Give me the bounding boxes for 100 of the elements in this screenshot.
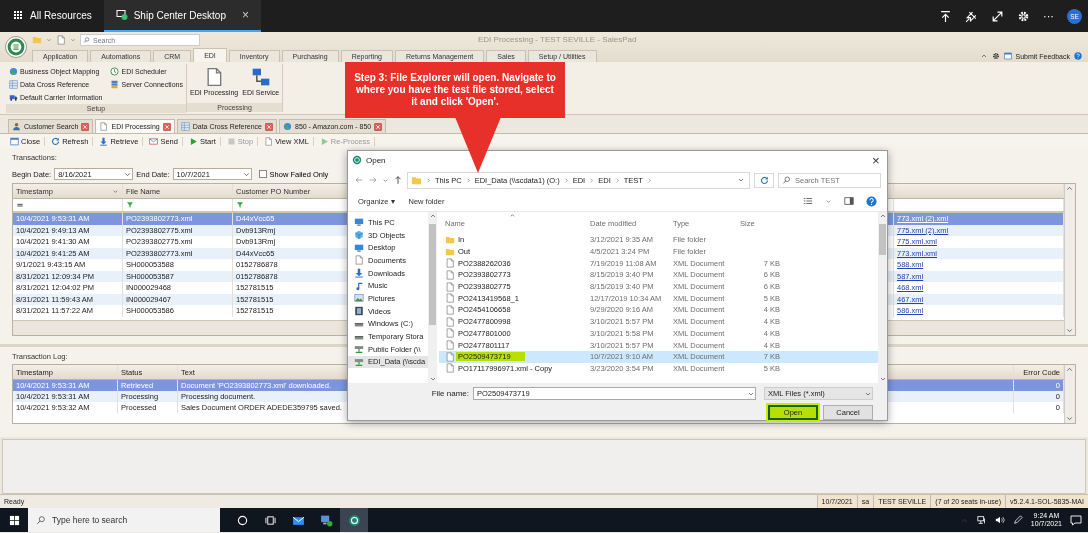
help-icon: [1074, 52, 1082, 60]
note-icon: [354, 280, 364, 291]
document-icon: [445, 304, 455, 315]
film-icon: [354, 306, 364, 317]
gear-icon: [991, 52, 1000, 60]
chevron-up-icon: [878, 212, 887, 220]
chevron-right-icon: [464, 176, 472, 184]
preview-pane-icon: [844, 196, 854, 206]
more-menu[interactable]: ···: [1043, 10, 1054, 22]
scrollbar[interactable]: [1064, 365, 1075, 423]
truck-icon: [9, 92, 18, 102]
folder-icon: [32, 35, 42, 45]
task-view-icon: [264, 514, 276, 526]
windows-logo-icon: [8, 514, 20, 526]
document-icon: [56, 35, 66, 45]
chevron-down-icon: [1065, 414, 1074, 423]
expand-icon: [991, 9, 1004, 23]
pin-icon: [965, 9, 978, 23]
envelope-icon: [149, 136, 159, 146]
scrollbar[interactable]: [878, 212, 887, 383]
download-icon: [354, 268, 364, 279]
chevron-up-icon: [509, 212, 516, 219]
scrollbar[interactable]: [1064, 184, 1075, 335]
back-arrow-icon: [354, 175, 364, 185]
scrollbar[interactable]: [428, 212, 437, 383]
folder-icon: [445, 234, 455, 245]
computer-icon: [319, 513, 333, 527]
up-arrow-icon: [393, 175, 403, 185]
document-icon: [354, 255, 364, 266]
folder-icon: [411, 174, 422, 186]
application-menu-button[interactable]: [5, 36, 27, 58]
window-title: EDI Processing - TEST SEVILLE - SalesPad: [478, 35, 637, 44]
app-logo-icon: [347, 513, 361, 527]
filter-icon: [126, 201, 134, 209]
field-label: File name:: [431, 389, 469, 398]
close-box-icon: [81, 122, 90, 131]
search-icon: [782, 175, 791, 185]
browser-tab[interactable]: All Resources: [0, 0, 104, 32]
search-icon: [83, 36, 90, 44]
network-icon: [250, 67, 271, 87]
chevron-down-icon: [382, 176, 389, 184]
ship-monitor-icon: [115, 9, 128, 21]
chevron-right-icon: [562, 176, 570, 184]
document-icon: [445, 351, 455, 362]
chevron-up-icon: [1065, 184, 1074, 193]
document-icon: [445, 328, 455, 339]
table-icon: [9, 79, 18, 89]
close-box-icon: [265, 122, 273, 131]
close-button[interactable]: ×: [865, 151, 887, 169]
grid-icon: [12, 9, 24, 21]
circle-icon: [236, 514, 248, 526]
folder-icon: [445, 246, 455, 257]
app-logo-icon: [352, 155, 362, 165]
network-drive-icon: [354, 356, 364, 367]
search-field[interactable]: Type here to search: [28, 508, 220, 532]
document-icon: [99, 122, 109, 131]
globe-icon: [9, 66, 18, 76]
chevron-right-icon: [645, 176, 653, 184]
close-box-icon: [162, 122, 171, 131]
document-icon: [445, 293, 455, 304]
chevron-down-icon: [1065, 326, 1074, 335]
document-icon: [445, 316, 455, 327]
document-icon: [445, 340, 455, 351]
chevron-up-icon: [428, 212, 437, 220]
monitor-icon: [354, 242, 364, 253]
document-icon: [264, 136, 274, 146]
refresh-icon: [759, 175, 769, 185]
orb-icon: [7, 38, 25, 56]
view-list-icon: [803, 196, 813, 206]
chevron-up-icon: [979, 52, 988, 60]
equals-icon: [16, 201, 24, 209]
server-icon: [110, 79, 120, 89]
refresh-icon: [51, 136, 61, 146]
network-drive-icon: [354, 344, 364, 355]
search-icon: [36, 515, 46, 525]
play-icon: [188, 136, 198, 146]
chevron-down-icon: [46, 37, 52, 43]
clock-icon: [110, 66, 120, 76]
chevron-right-icon: [588, 176, 596, 184]
picture-icon: [354, 293, 364, 304]
globe-icon: [283, 122, 292, 131]
scrollbar-thumb[interactable]: [879, 224, 886, 255]
network-status-icon: [976, 515, 987, 525]
browser-tab[interactable]: Ship Center Desktop ×: [103, 0, 261, 32]
dialog-title: Open: [366, 155, 386, 165]
window-icon: [10, 136, 19, 146]
person-icon: [12, 122, 21, 131]
cube-icon: [354, 230, 364, 241]
refresh-button[interactable]: [754, 172, 774, 188]
pen-icon: [1012, 515, 1023, 525]
chevron-down-icon: [825, 197, 832, 205]
chevron-down-icon: [737, 176, 745, 184]
scrollbar-thumb[interactable]: [429, 224, 436, 325]
document-icon: [445, 258, 455, 269]
play-icon: [319, 136, 329, 146]
upload-arrow-icon: [939, 9, 952, 23]
chevron-down-icon: [428, 375, 437, 383]
chevron-right-icon: [425, 176, 432, 184]
chevron-up-icon: [1065, 365, 1074, 374]
taskbar-button[interactable]: [340, 508, 368, 532]
